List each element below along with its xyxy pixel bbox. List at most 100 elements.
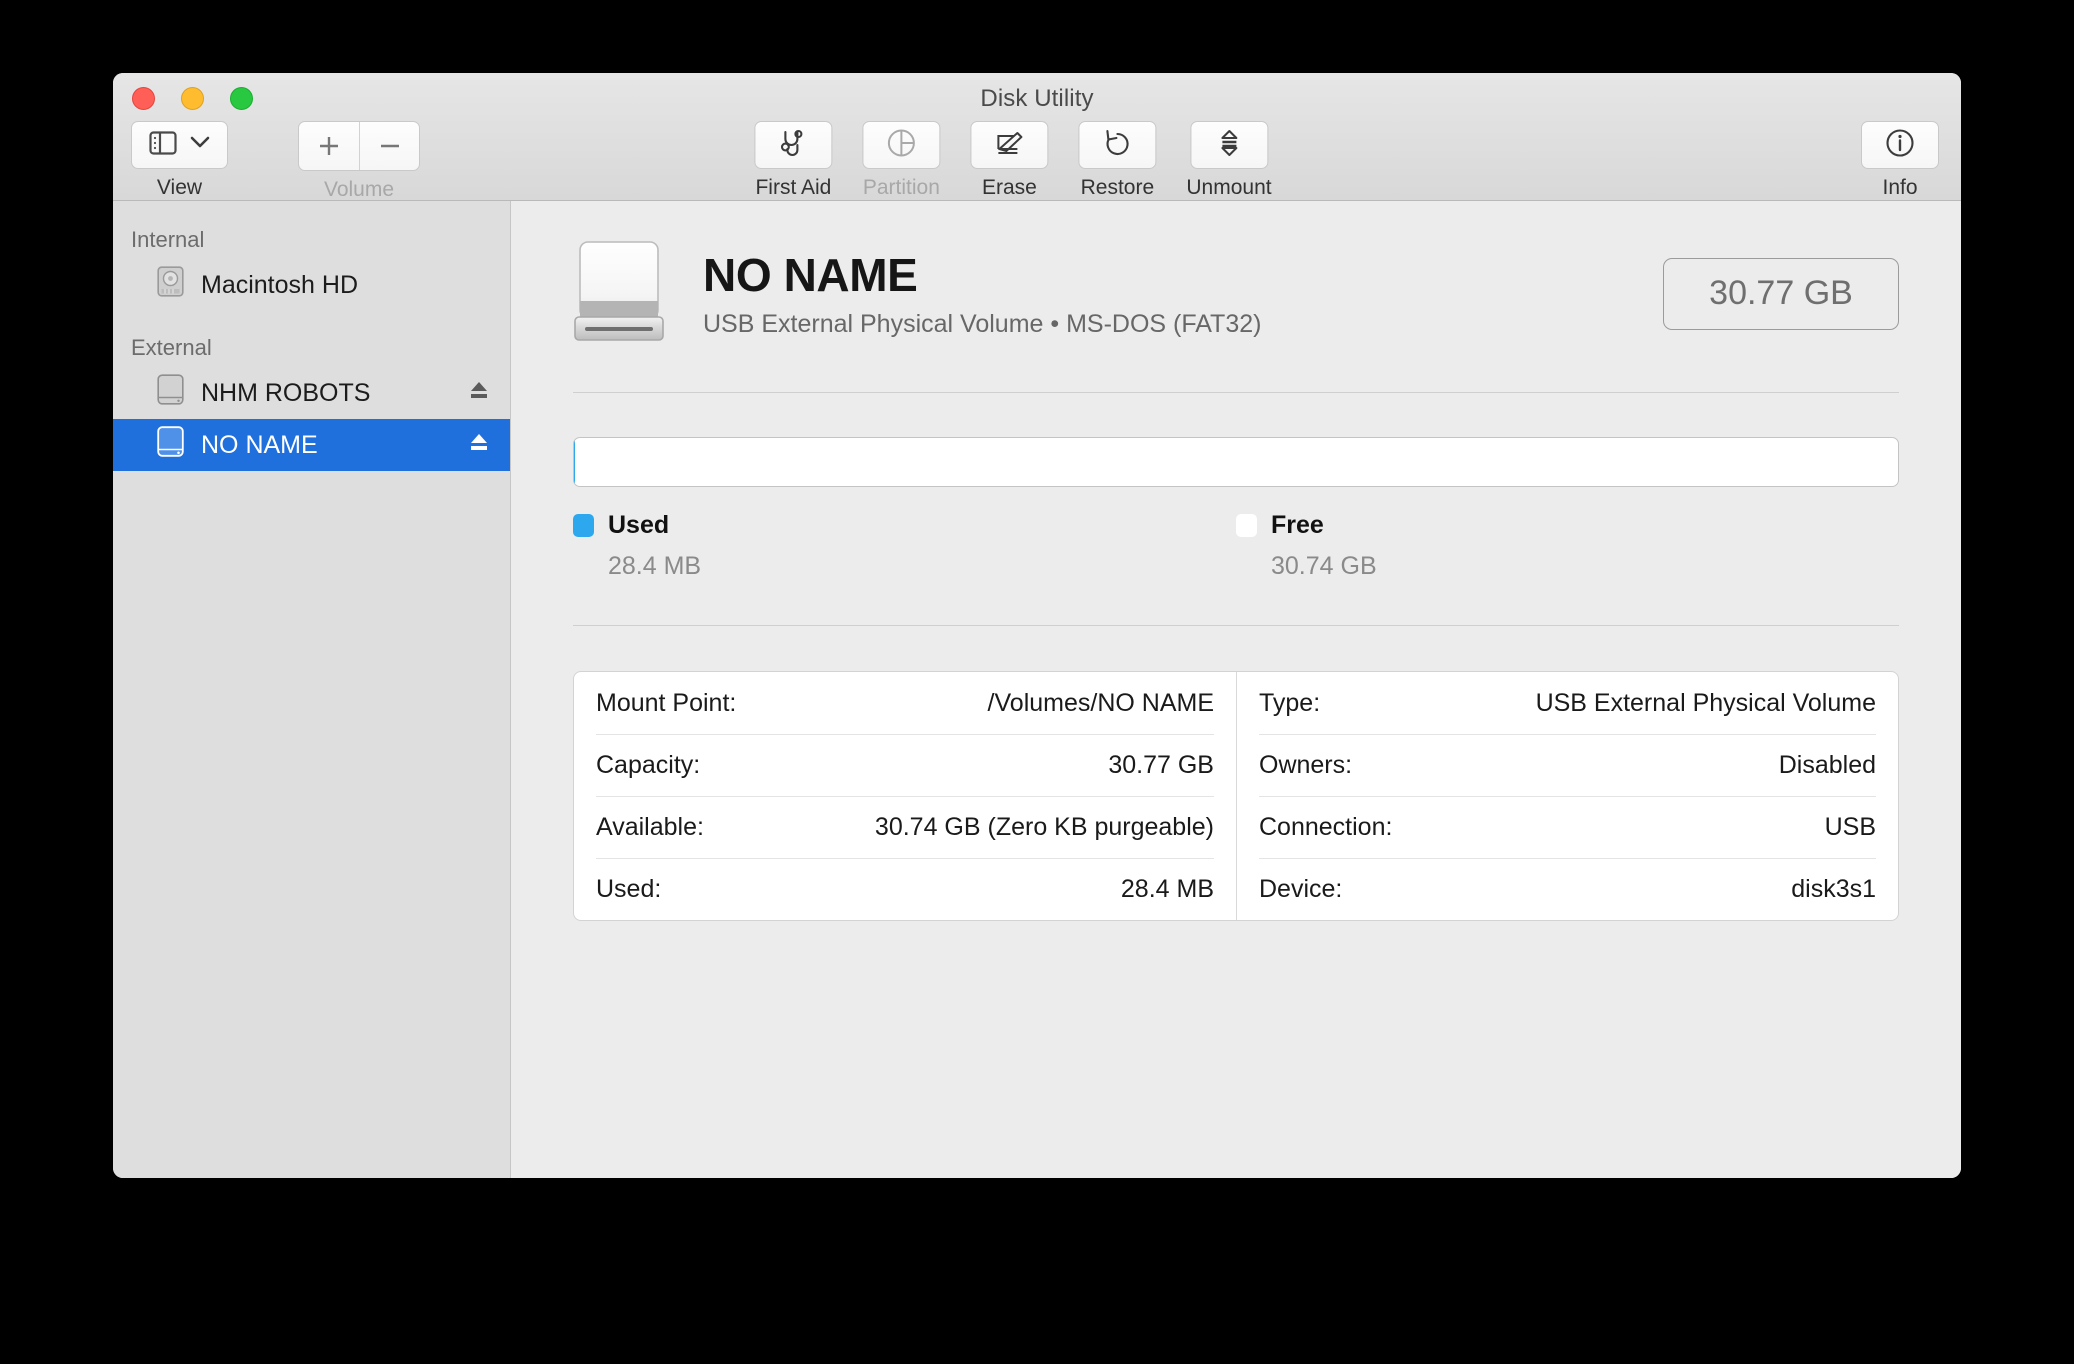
external-drive-icon bbox=[157, 426, 184, 464]
volume-group: Volume bbox=[298, 121, 420, 202]
volume-header: NO NAME USB External Physical Volume • M… bbox=[573, 239, 1899, 348]
external-drive-large-icon bbox=[573, 239, 665, 348]
eject-icon[interactable] bbox=[466, 377, 492, 410]
unmount-action: Unmount bbox=[1186, 121, 1272, 200]
partition-button[interactable] bbox=[862, 121, 941, 169]
erase-pencil-icon bbox=[993, 127, 1025, 164]
info-group: Info bbox=[1861, 121, 1939, 200]
stethoscope-icon bbox=[777, 127, 809, 164]
view-button[interactable] bbox=[131, 121, 228, 169]
detail-row-capacity: Capacity: 30.77 GB bbox=[596, 734, 1214, 796]
chevron-down-icon bbox=[190, 136, 210, 154]
detail-row-owners: Owners: Disabled bbox=[1259, 734, 1876, 796]
unmount-label: Unmount bbox=[1186, 176, 1272, 199]
pie-chart-icon bbox=[885, 127, 917, 164]
main-panel: NO NAME USB External Physical Volume • M… bbox=[511, 201, 1961, 1178]
disk-utility-window: Disk Utility View Volume First Aid Parti… bbox=[113, 73, 1961, 1178]
sidebar-item-nhm-robots[interactable]: NHM ROBOTS bbox=[113, 367, 510, 419]
erase-action: Erase bbox=[970, 121, 1049, 200]
usage-legend: Used 28.4 MB Free 30.74 GB bbox=[573, 511, 1899, 581]
usage-bar bbox=[573, 437, 1899, 487]
detail-value: Disabled bbox=[1778, 751, 1876, 779]
detail-label: Connection: bbox=[1259, 813, 1393, 841]
internal-disk-icon bbox=[157, 266, 184, 304]
legend-free-top: Free bbox=[1236, 511, 1899, 540]
volume-label: Volume bbox=[323, 178, 395, 201]
remove-volume-button[interactable] bbox=[359, 122, 419, 170]
eject-stack-icon bbox=[1213, 127, 1245, 164]
detail-value: USB bbox=[1824, 813, 1876, 841]
sidebar: Internal Macintosh HD External NHM ROBOT… bbox=[113, 201, 511, 1178]
legend-free-name: Free bbox=[1271, 511, 1324, 539]
partition-action: Partition bbox=[862, 121, 941, 200]
details-left-column: Mount Point: /Volumes/NO NAME Capacity: … bbox=[574, 672, 1236, 920]
info-circle-icon bbox=[1884, 127, 1916, 164]
detail-value: 30.74 GB (Zero KB purgeable) bbox=[874, 813, 1214, 841]
usage-used-segment bbox=[574, 438, 576, 486]
free-swatch-icon bbox=[1236, 514, 1257, 537]
restore-action: Restore bbox=[1078, 121, 1157, 200]
partition-label: Partition bbox=[862, 176, 940, 199]
undo-arrow-icon bbox=[1101, 127, 1133, 164]
capacity-badge: 30.77 GB bbox=[1663, 257, 1899, 330]
action-group: First Aid Partition Erase Restore Unmoun… bbox=[754, 121, 1272, 200]
detail-value: /Volumes/NO NAME bbox=[987, 688, 1214, 717]
detail-label: Device: bbox=[1259, 875, 1343, 903]
view-group: View bbox=[131, 121, 228, 200]
window-title: Disk Utility bbox=[980, 85, 1094, 112]
detail-row-available: Available: 30.74 GB (Zero KB purgeable) bbox=[596, 796, 1214, 858]
legend-free-value: 30.74 GB bbox=[1271, 552, 1377, 580]
legend-used-name: Used bbox=[608, 511, 670, 539]
legend-used-top: Used bbox=[573, 511, 1236, 540]
detail-label: Used: bbox=[596, 875, 662, 903]
sidebar-header-external: External bbox=[131, 335, 212, 360]
view-label: View bbox=[156, 176, 203, 199]
legend-divider bbox=[573, 625, 1899, 626]
details-right-column: Type: USB External Physical Volume Owner… bbox=[1236, 672, 1898, 920]
restore-label: Restore bbox=[1080, 176, 1155, 199]
erase-button[interactable] bbox=[970, 121, 1049, 169]
legend-free: Free 30.74 GB bbox=[1236, 511, 1899, 581]
header-divider bbox=[573, 392, 1899, 393]
detail-row-used: Used: 28.4 MB bbox=[596, 858, 1214, 920]
legend-used-value: 28.4 MB bbox=[608, 552, 702, 580]
first-aid-label: First Aid bbox=[755, 176, 832, 199]
sidebar-item-macintosh-hd[interactable]: Macintosh HD bbox=[113, 259, 510, 311]
erase-label: Erase bbox=[981, 176, 1037, 199]
info-label: Info bbox=[1882, 176, 1918, 199]
detail-value: USB External Physical Volume bbox=[1535, 688, 1876, 717]
legend-used: Used 28.4 MB bbox=[573, 511, 1236, 581]
volume-header-text: NO NAME USB External Physical Volume • M… bbox=[703, 248, 1663, 339]
window-body: Internal Macintosh HD External NHM ROBOT… bbox=[113, 201, 1961, 1178]
restore-button[interactable] bbox=[1078, 121, 1157, 169]
detail-value: 30.77 GB bbox=[1108, 751, 1214, 779]
titlebar: Disk Utility View Volume First Aid Parti… bbox=[113, 73, 1961, 201]
volume-subtitle: USB External Physical Volume • MS-DOS (F… bbox=[703, 310, 1262, 338]
detail-value: 28.4 MB bbox=[1120, 875, 1214, 903]
detail-label: Mount Point: bbox=[596, 688, 737, 717]
detail-label: Type: bbox=[1259, 688, 1321, 717]
detail-row-connection: Connection: USB bbox=[1259, 796, 1876, 858]
sidebar-item-label: NHM ROBOTS bbox=[201, 378, 371, 407]
unmount-button[interactable] bbox=[1190, 121, 1268, 169]
detail-row-type: Type: USB External Physical Volume bbox=[1259, 672, 1876, 734]
sidebar-item-no-name[interactable]: NO NAME bbox=[113, 419, 510, 471]
used-swatch-icon bbox=[573, 514, 594, 537]
info-button[interactable] bbox=[1861, 121, 1939, 169]
details-table: Mount Point: /Volumes/NO NAME Capacity: … bbox=[573, 671, 1899, 921]
external-drive-icon bbox=[157, 374, 184, 412]
detail-row-mount-point: Mount Point: /Volumes/NO NAME bbox=[596, 672, 1214, 734]
detail-row-device: Device: disk3s1 bbox=[1259, 858, 1876, 920]
sidebar-item-label: Macintosh HD bbox=[201, 270, 358, 299]
detail-label: Capacity: bbox=[596, 751, 701, 779]
detail-label: Available: bbox=[596, 813, 704, 841]
first-aid-action: First Aid bbox=[754, 121, 833, 200]
add-volume-button[interactable] bbox=[299, 122, 359, 170]
sidebar-icon bbox=[149, 130, 177, 160]
detail-value: disk3s1 bbox=[1791, 875, 1876, 903]
volume-buttons bbox=[298, 121, 420, 171]
volume-name: NO NAME bbox=[703, 249, 918, 301]
eject-icon[interactable] bbox=[466, 429, 492, 462]
detail-label: Owners: bbox=[1259, 751, 1353, 779]
first-aid-button[interactable] bbox=[754, 121, 833, 169]
